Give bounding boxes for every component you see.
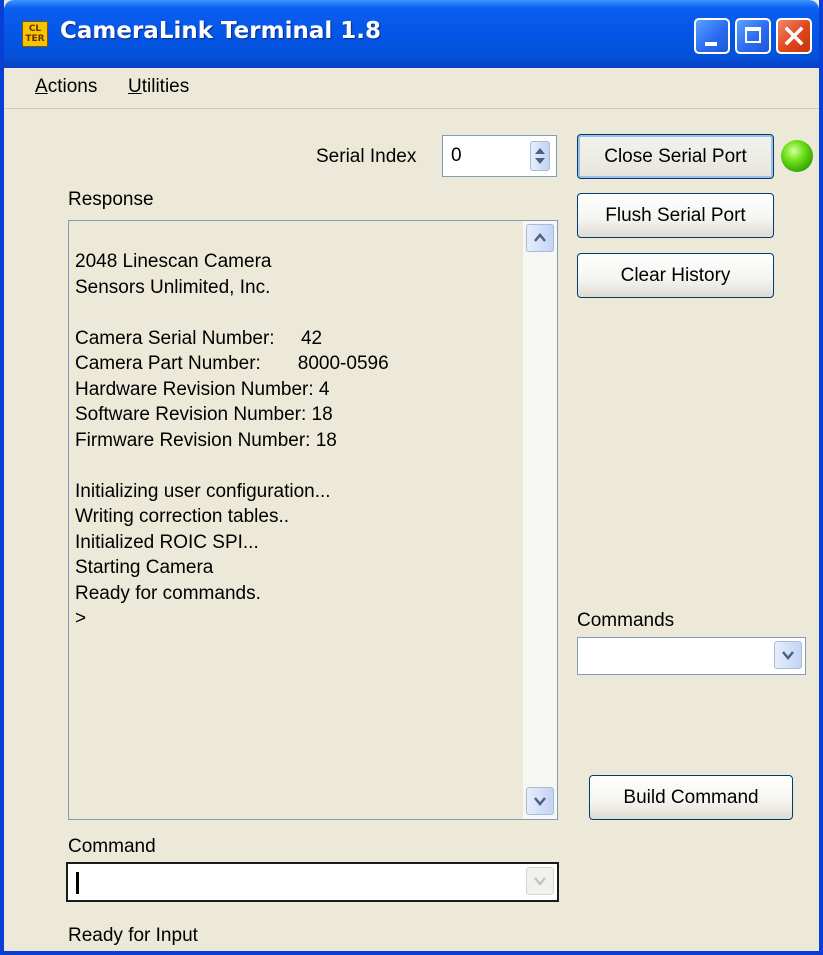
app-icon-text-bottom: TER: [25, 34, 45, 44]
close-serial-port-button[interactable]: Close Serial Port: [577, 134, 774, 179]
chevron-down-icon: [782, 651, 794, 660]
minimize-button[interactable]: [694, 18, 730, 54]
window-title: CameraLink Terminal 1.8: [60, 18, 382, 44]
maximize-icon: [745, 27, 761, 43]
commands-dropdown-arrow[interactable]: [774, 641, 802, 669]
response-label: Response: [68, 189, 154, 210]
serial-status-led: [781, 140, 813, 172]
commands-dropdown[interactable]: [577, 637, 806, 675]
response-text: 2048 Linescan Camera Sensors Unlimited, …: [75, 251, 389, 629]
commands-label: Commands: [577, 610, 675, 631]
command-input[interactable]: [66, 862, 559, 902]
title-bar[interactable]: CL TER CameraLink Terminal 1.8: [4, 0, 819, 68]
chevron-down-icon: [534, 797, 546, 806]
command-dropdown-arrow[interactable]: [526, 867, 554, 895]
minimize-icon: [705, 42, 717, 46]
status-text: Ready for Input: [68, 925, 198, 946]
response-textarea[interactable]: 2048 Linescan Camera Sensors Unlimited, …: [68, 220, 558, 820]
app-window: CL TER CameraLink Terminal 1.8 Actions U…: [0, 0, 823, 955]
close-icon: [778, 20, 810, 52]
serial-index-value: 0: [451, 145, 462, 166]
command-label: Command: [68, 836, 156, 857]
text-caret: [76, 872, 79, 894]
clear-history-button[interactable]: Clear History: [577, 253, 774, 298]
build-command-button[interactable]: Build Command: [589, 775, 793, 820]
chevron-up-icon: [534, 233, 546, 242]
menu-actions[interactable]: Actions: [35, 76, 97, 98]
scroll-up-button[interactable]: [526, 224, 554, 252]
serial-index-label: Serial Index: [316, 146, 417, 167]
chevron-down-icon: [534, 877, 546, 886]
spinner-arrows-icon[interactable]: [530, 141, 550, 171]
flush-serial-port-button[interactable]: Flush Serial Port: [577, 193, 774, 238]
app-icon[interactable]: CL TER: [22, 21, 48, 47]
maximize-button[interactable]: [735, 18, 771, 54]
menu-bar: Actions Utilities: [4, 68, 819, 109]
close-window-button[interactable]: [776, 18, 812, 54]
response-scrollbar[interactable]: [523, 221, 557, 819]
serial-index-spinner[interactable]: 0: [442, 135, 557, 177]
menu-utilities[interactable]: Utilities: [128, 76, 189, 98]
scroll-down-button[interactable]: [526, 787, 554, 815]
app-icon-text-top: CL: [28, 24, 42, 34]
